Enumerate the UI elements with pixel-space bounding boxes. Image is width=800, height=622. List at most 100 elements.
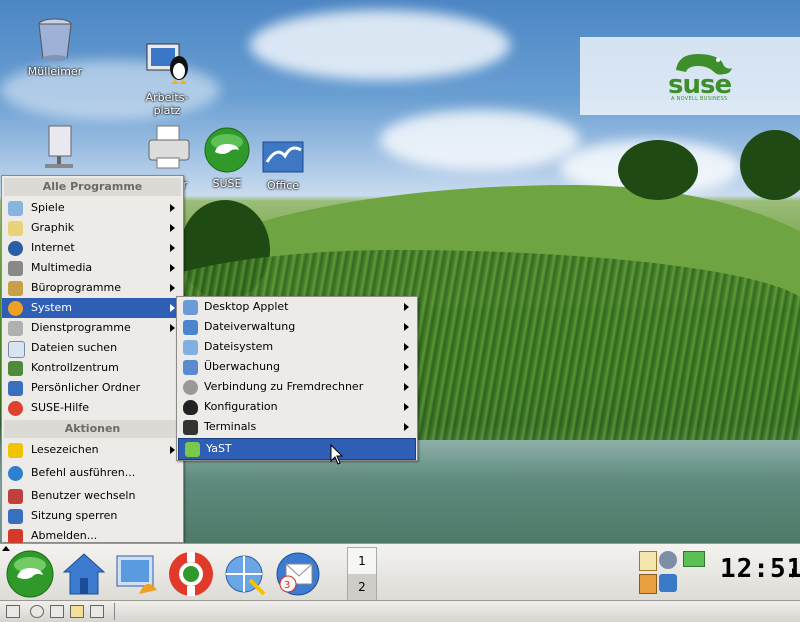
yast-icon (185, 442, 200, 457)
drive-icon[interactable] (6, 605, 20, 618)
menu-item-find-files[interactable]: Dateien suchen (2, 338, 183, 358)
submenu-item-file-manager[interactable]: Dateiverwaltung (177, 317, 417, 337)
menu-item-label: Persönlicher Ordner (31, 381, 141, 394)
monitoring-icon (183, 360, 198, 375)
menu-item-utilities[interactable]: Dienstprogramme (2, 318, 183, 338)
submenu-arrow-icon (404, 383, 409, 391)
desktop-pager: 1 2 (347, 547, 377, 601)
utilities-icon (8, 321, 23, 336)
menu-item-home-folder[interactable]: Persönlicher Ordner (2, 378, 183, 398)
menu-item-label: Abmelden... (31, 529, 98, 542)
menu-item-internet[interactable]: Internet (2, 238, 183, 258)
submenu-item-monitoring[interactable]: Überwachung (177, 357, 417, 377)
konqueror-web-icon[interactable] (220, 550, 268, 598)
menu-item-control-center[interactable]: Kontrollzentrum (2, 358, 183, 378)
menu-item-office-programs[interactable]: Büroprogramme (2, 278, 183, 298)
submenu-item-configuration[interactable]: Konfiguration (177, 397, 417, 417)
desktop-icon-workstation[interactable]: Arbeits- platz (132, 14, 202, 117)
pager-desktop-1[interactable]: 1 (348, 548, 376, 574)
menu-item-graphics[interactable]: Graphik (2, 218, 183, 238)
clipboard-icon[interactable] (683, 551, 705, 567)
menu-item-label: Spiele (31, 201, 65, 214)
menu-item-label: Lesezeichen (31, 443, 99, 456)
submenu-item-terminals[interactable]: Terminals (177, 417, 417, 437)
submenu-arrow-icon (404, 423, 409, 431)
home-icon[interactable] (60, 550, 108, 598)
panel-right-arrow-icon[interactable] (792, 568, 797, 578)
menu-item-switch-user[interactable]: Benutzer wechseln (2, 486, 183, 506)
terminal-icon (183, 420, 198, 435)
desktop-preview-icon[interactable] (113, 550, 161, 598)
printer-icon (148, 125, 190, 169)
submenu-item-remote-connection[interactable]: Verbindung zu Fremdrechner (177, 377, 417, 397)
system-icon (8, 301, 23, 316)
folder-icon[interactable] (70, 605, 84, 618)
menu-item-label: Dienstprogramme (31, 321, 131, 334)
menu-item-label: Befehl ausführen... (31, 466, 136, 479)
remote-connection-icon (183, 380, 198, 395)
run-command-icon (8, 466, 23, 481)
menu-item-label: Graphik (31, 221, 75, 234)
tools-icon[interactable] (90, 605, 104, 618)
info-icon[interactable] (659, 574, 677, 592)
wallpaper-tree (618, 140, 698, 200)
submenu-arrow-icon (170, 204, 175, 212)
menu-item-label: Konfiguration (204, 400, 278, 413)
help-lifebuoy-icon (8, 401, 23, 416)
cdrom-icon[interactable] (30, 605, 44, 618)
kde-wallet-icon[interactable] (639, 574, 657, 594)
menu-item-suse-help[interactable]: SUSE-Hilfe (2, 398, 183, 418)
desktop-icon-label: Mülleimer (27, 65, 83, 78)
desktop-icon-office[interactable]: Office (248, 136, 318, 192)
menu-item-label: YaST (206, 442, 232, 455)
home-folder-icon (8, 381, 23, 396)
system-tray (623, 548, 713, 598)
submenu-item-desktop-applet[interactable]: Desktop Applet (177, 297, 417, 317)
panel-clock[interactable]: 12:51 (720, 554, 800, 584)
configuration-tux-icon (183, 400, 198, 415)
submenu-arrow-icon (170, 244, 175, 252)
submenu-item-filesystem[interactable]: Dateisystem (177, 337, 417, 357)
suse-tagline: A NOVELL BUSINESS (671, 96, 728, 102)
menu-item-label: Überwachung (204, 360, 281, 373)
taskbar-separator (114, 603, 115, 620)
floppy-icon[interactable] (50, 605, 64, 618)
menu-item-bookmarks[interactable]: Lesezeichen (2, 440, 183, 460)
kicker-panel: 3 1 2 12:51 (0, 543, 800, 601)
bookmark-star-icon (8, 443, 23, 458)
klipper-icon[interactable] (639, 551, 657, 571)
k-menu: Alle Programme Spiele Graphik Internet M… (1, 175, 184, 544)
pager-desktop-2[interactable]: 2 (348, 574, 376, 600)
desktop-icon-network[interactable] (20, 124, 90, 175)
k-menu-suse-icon[interactable] (6, 550, 54, 598)
games-icon (8, 201, 23, 216)
menu-item-label: SUSE-Hilfe (31, 401, 89, 414)
submenu-arrow-icon (170, 224, 175, 232)
kmail-icon[interactable]: 3 (274, 550, 322, 598)
taskbar (0, 600, 800, 622)
menu-item-run-command[interactable]: Befehl ausführen... (2, 463, 183, 483)
desktop-icon-trash[interactable]: Mülleimer (20, 14, 90, 78)
submenu-arrow-icon (404, 303, 409, 311)
submenu-item-yast[interactable]: YaST (178, 438, 416, 460)
submenu-arrow-icon (404, 403, 409, 411)
graphics-icon (8, 221, 23, 236)
menu-item-system[interactable]: System (2, 298, 183, 318)
control-center-icon (8, 361, 23, 376)
wallpaper-tree (740, 130, 800, 200)
office-programs-icon (8, 281, 23, 296)
menu-item-label: Multimedia (31, 261, 93, 274)
suse-chameleon-icon (204, 127, 250, 173)
network-icon[interactable] (659, 551, 677, 569)
submenu-arrow-icon (170, 304, 175, 312)
desktop-applet-icon (183, 300, 198, 315)
submenu-arrow-icon (404, 323, 409, 331)
switch-user-icon (8, 489, 23, 504)
menu-item-multimedia[interactable]: Multimedia (2, 258, 183, 278)
filesystem-icon (183, 340, 198, 355)
help-lifebuoy-icon[interactable] (167, 550, 215, 598)
menu-item-label: Benutzer wechseln (31, 489, 136, 502)
menu-item-games[interactable]: Spiele (2, 198, 183, 218)
menu-item-lock-session[interactable]: Sitzung sperren (2, 506, 183, 526)
desktop-icon-label: Arbeits- platz (145, 91, 189, 117)
